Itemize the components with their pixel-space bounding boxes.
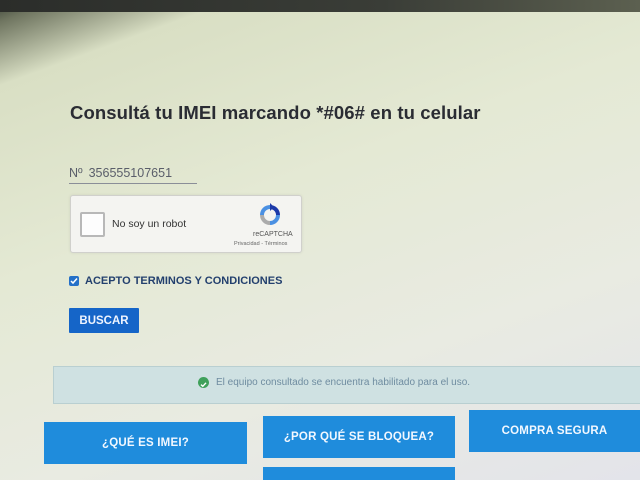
recaptcha-brand: reCAPTCHA: [253, 231, 293, 238]
terms-checkbox[interactable]: [69, 276, 79, 286]
browser-top-strip: [0, 0, 640, 12]
imei-value: 356555107651: [88, 166, 173, 180]
next-row-tile-partial[interactable]: [263, 467, 455, 480]
imei-input[interactable]: Nº 356555107651: [69, 163, 197, 184]
terms-checkbox-row[interactable]: ACEPTO TERMINOS Y CONDICIONES: [69, 275, 282, 287]
what-is-imei-button[interactable]: ¿QUÉ ES IMEI?: [44, 422, 247, 464]
check-circle-icon: [198, 377, 209, 388]
checkmark-icon: [70, 278, 78, 285]
recaptcha-widget: No soy un robot reCAPTCHA Privacidad - T…: [70, 195, 302, 253]
terms-label: ACEPTO TERMINOS Y CONDICIONES: [85, 275, 283, 287]
status-message-text: El equipo consultado se encuentra habili…: [216, 377, 471, 388]
safe-purchase-button[interactable]: COMPRA SEGURA: [469, 410, 640, 452]
why-blocked-button[interactable]: ¿POR QUÉ SE BLOQUEA?: [263, 416, 455, 458]
recaptcha-label: No soy un robot: [112, 218, 187, 230]
search-button[interactable]: BUSCAR: [69, 308, 139, 333]
page-title: Consultá tu IMEI marcando *#06# en tu ce…: [70, 102, 481, 124]
recaptcha-checkbox[interactable]: [80, 212, 105, 237]
imei-prefix-label: Nº: [69, 166, 83, 180]
recaptcha-logo-icon: [260, 203, 280, 225]
recaptcha-links[interactable]: Privacidad - Términos: [234, 241, 287, 247]
status-message-bar: El equipo consultado se encuentra habili…: [53, 366, 640, 404]
